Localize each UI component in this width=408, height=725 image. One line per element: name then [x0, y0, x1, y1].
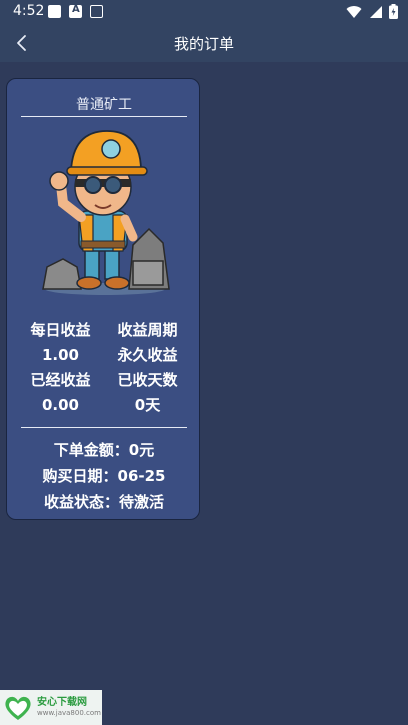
- watermark-title: 安心下载网: [37, 697, 87, 708]
- income-period-value: 永久收益: [117, 346, 178, 364]
- page-title: 我的订单: [173, 35, 234, 53]
- daily-income-label: 每日收益: [30, 321, 91, 339]
- order-card[interactable]: 普通矿工 每日收益 收益周期 1.00 永久收益 已经收益 已收天数 0.00 …: [6, 78, 200, 520]
- signal-icon: [370, 5, 382, 18]
- battery-icon: [389, 4, 398, 19]
- status-time: 4:52: [13, 3, 45, 19]
- daily-income-value: 1.00: [41, 345, 79, 364]
- screen-icon: [90, 5, 103, 18]
- watermark-url: www.java800.com: [37, 709, 101, 717]
- order-name: 普通矿工: [76, 97, 132, 113]
- purchase-date: 购买日期：06-25: [42, 467, 166, 485]
- app-icon: [48, 5, 61, 18]
- income-status: 收益状态：待激活: [43, 493, 164, 511]
- status-bar: 4:52 A: [0, 0, 408, 24]
- app-bar: 我的订单: [0, 24, 408, 62]
- earned-income-value: 0.00: [41, 395, 79, 414]
- heart-logo-icon: [5, 696, 31, 720]
- font-icon: A: [69, 4, 82, 18]
- divider: [21, 116, 187, 117]
- earned-income-label: 已经收益: [30, 371, 91, 389]
- days-earned-label: 已收天数: [117, 371, 178, 389]
- watermark: 安心下载网 www.java800.com: [0, 690, 102, 725]
- miner-illustration: [42, 130, 170, 295]
- divider: [21, 427, 187, 428]
- order-stats: 每日收益 收益周期 1.00 永久收益 已经收益 已收天数 0.00 0天: [17, 317, 191, 417]
- days-earned-value: 0天: [134, 396, 161, 414]
- order-amount: 下单金额：0元: [53, 441, 155, 459]
- wifi-icon: [346, 5, 362, 18]
- income-period-label: 收益周期: [117, 321, 178, 339]
